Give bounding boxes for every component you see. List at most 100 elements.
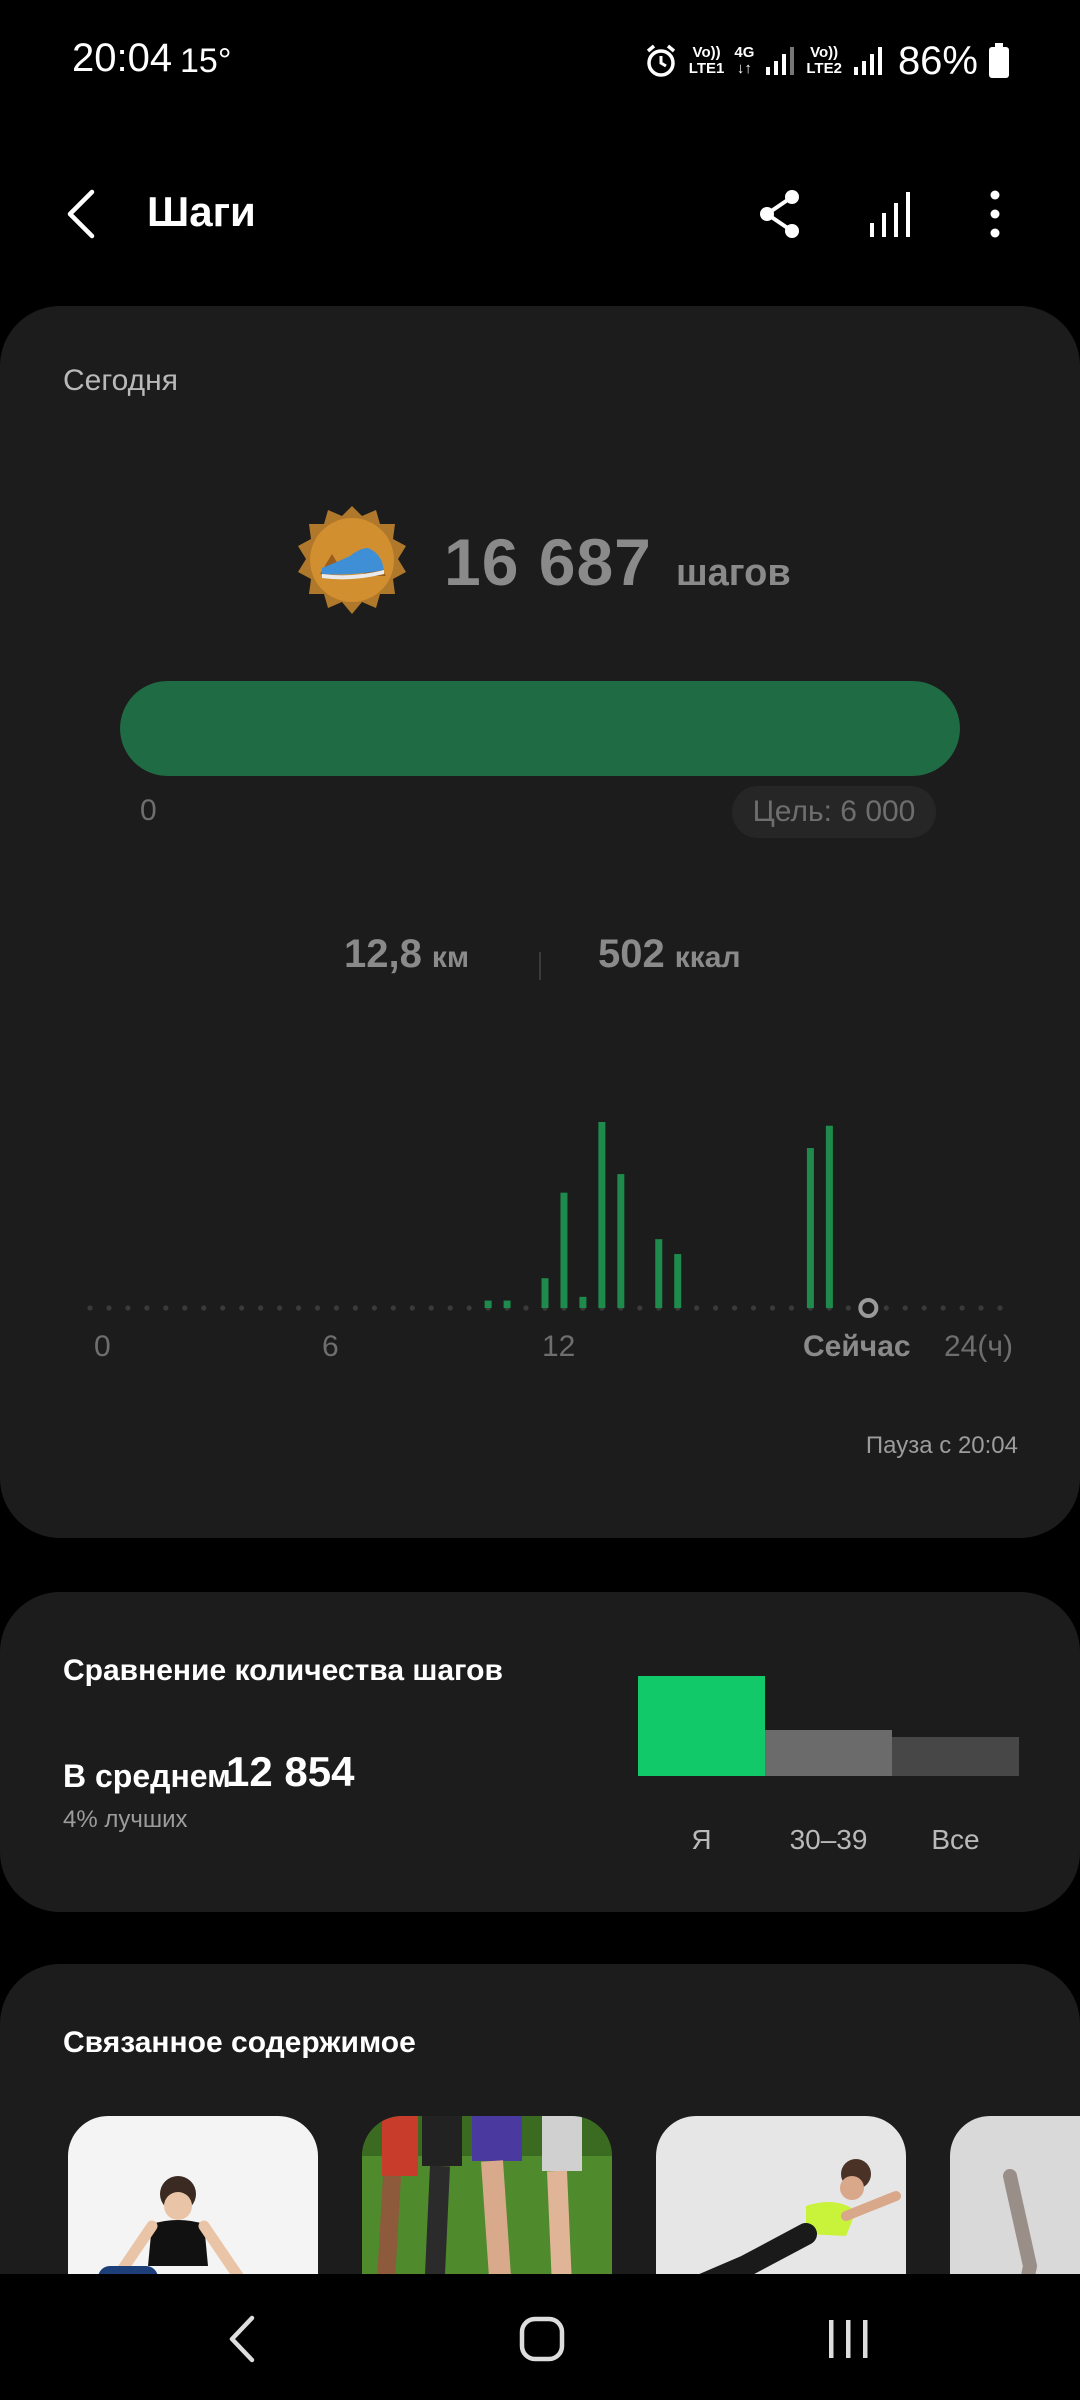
baseline-dot xyxy=(883,1305,889,1311)
more-options-button[interactable] xyxy=(965,184,1025,244)
signal-icon-sim2 xyxy=(852,45,884,77)
baseline-dot xyxy=(390,1305,396,1311)
baseline-dot xyxy=(978,1305,984,1311)
hour-bar-6 xyxy=(617,1174,625,1308)
status-icons: Vo)) LTE1 4G ↓↑ Vo)) LTE2 86% xyxy=(643,36,1010,86)
nav-recents-icon xyxy=(829,2320,868,2358)
compare-bar-0 xyxy=(638,1676,765,1776)
baseline-dot xyxy=(409,1305,415,1311)
baseline-dot xyxy=(201,1305,207,1311)
baseline-dot xyxy=(371,1305,377,1311)
rank-text: 4% лучших xyxy=(63,1806,188,1833)
hour-bar-5 xyxy=(598,1122,606,1308)
compare-label-me: Я xyxy=(691,1824,712,1855)
baseline-dot xyxy=(750,1305,757,1311)
calories-stat: 502 ккал xyxy=(598,932,741,977)
baseline-dot xyxy=(182,1305,188,1311)
hour-bar-1 xyxy=(503,1300,511,1308)
comparison-title: Сравнение количества шагов xyxy=(63,1654,503,1687)
distance-value: 12,8 xyxy=(344,932,422,976)
hour-bar-7 xyxy=(655,1239,663,1308)
baseline-dot xyxy=(788,1305,795,1311)
baseline-dot xyxy=(997,1305,1003,1311)
compare-label-all: Все xyxy=(931,1824,980,1855)
hour-bar-2 xyxy=(541,1278,549,1308)
baseline-dot xyxy=(125,1305,131,1311)
steps-unit: шагов xyxy=(676,552,791,594)
system-navigation-bar xyxy=(0,2274,1080,2400)
stat-divider xyxy=(539,952,541,980)
hour-bar-0 xyxy=(484,1300,492,1308)
baseline-dot xyxy=(163,1305,169,1311)
calories-unit: ккал xyxy=(674,941,741,974)
nav-home-button[interactable] xyxy=(502,2304,582,2374)
hour-bar-3 xyxy=(560,1192,568,1308)
calories-value: 502 xyxy=(598,932,665,976)
baseline-dot xyxy=(769,1305,776,1311)
baseline-dot xyxy=(428,1305,434,1311)
sim2-volte-label: Vo)) LTE2 xyxy=(806,45,842,77)
nav-recents-button[interactable] xyxy=(808,2304,888,2374)
baseline-dot xyxy=(523,1305,529,1311)
status-bar: 20:04 15° Vo)) LTE1 4G ↓↑ Vo)) LTE2 86% xyxy=(0,0,1080,120)
current-time-marker xyxy=(858,1298,879,1318)
compare-bar-2 xyxy=(892,1737,1019,1776)
sim2-volte-bottom: LTE2 xyxy=(806,60,842,77)
sim1-volte-label: Vo)) LTE1 xyxy=(689,45,725,77)
page-title: Шаги xyxy=(147,188,256,235)
nav-home-icon xyxy=(519,2316,565,2362)
steps-comparison-card[interactable]: Сравнение количества шагов В среднем 12 … xyxy=(0,1592,1080,1912)
average-label: В среднем xyxy=(63,1758,231,1794)
baseline-dot xyxy=(731,1305,738,1311)
sim1-volte-bottom: LTE1 xyxy=(688,60,725,77)
data-arrows-icon: ↓↑ xyxy=(736,60,752,77)
back-icon xyxy=(67,189,95,239)
share-icon xyxy=(760,190,799,238)
hour-bar-10 xyxy=(825,1125,833,1308)
comparison-bars xyxy=(638,1676,1019,1776)
baseline-dot xyxy=(352,1305,359,1311)
battery-percent: 86% xyxy=(897,38,978,83)
baseline-dot xyxy=(144,1305,150,1311)
baseline-dot xyxy=(940,1305,946,1311)
share-button[interactable] xyxy=(750,184,810,244)
shoe-medal-icon xyxy=(292,504,412,624)
app-header: Шаги xyxy=(0,160,1080,270)
back-button[interactable] xyxy=(56,184,116,244)
distance-unit: км xyxy=(431,941,470,974)
hour-bar-8 xyxy=(674,1254,682,1308)
more-icon xyxy=(990,190,1000,238)
network-type-text: 4G xyxy=(734,44,755,61)
status-temperature: 15° xyxy=(180,42,232,80)
battery-icon xyxy=(988,43,1010,79)
baseline-dot xyxy=(713,1305,719,1311)
baseline-dot xyxy=(694,1305,700,1311)
baseline-dot xyxy=(466,1305,472,1311)
baseline-dot xyxy=(447,1305,453,1311)
hour-bar-4 xyxy=(579,1296,587,1308)
trends-button[interactable] xyxy=(862,184,922,244)
baseline-dot xyxy=(314,1305,321,1311)
sim2-volte-top: Vo)) xyxy=(810,44,839,61)
x-tick-6: 6 xyxy=(322,1330,339,1363)
baseline-dot xyxy=(106,1305,112,1311)
steps-count: 16 687 xyxy=(444,525,652,599)
average-value: 12 854 xyxy=(226,1748,355,1795)
goal-badge[interactable]: Цель: 6 000 xyxy=(732,786,936,838)
baseline-dot xyxy=(239,1305,245,1311)
distance-stat: 12,8 км xyxy=(344,932,469,977)
baseline-dot xyxy=(220,1305,226,1311)
compare-label-age-group: 30–39 xyxy=(789,1824,868,1855)
baseline-dot xyxy=(276,1305,283,1311)
network-type-label: 4G ↓↑ xyxy=(734,45,754,77)
baseline-dot xyxy=(921,1305,927,1311)
x-tick-24: 24(ч) xyxy=(944,1330,1013,1363)
nav-back-button[interactable] xyxy=(202,2304,282,2374)
sim1-volte-top: Vo)) xyxy=(692,44,721,61)
progress-start-label: 0 xyxy=(140,794,157,827)
baseline-dot xyxy=(258,1305,264,1311)
x-tick-now: Сейчас xyxy=(803,1330,911,1363)
baseline-dot xyxy=(637,1305,643,1311)
status-time: 20:04 xyxy=(72,36,173,80)
x-tick-0: 0 xyxy=(94,1330,111,1363)
